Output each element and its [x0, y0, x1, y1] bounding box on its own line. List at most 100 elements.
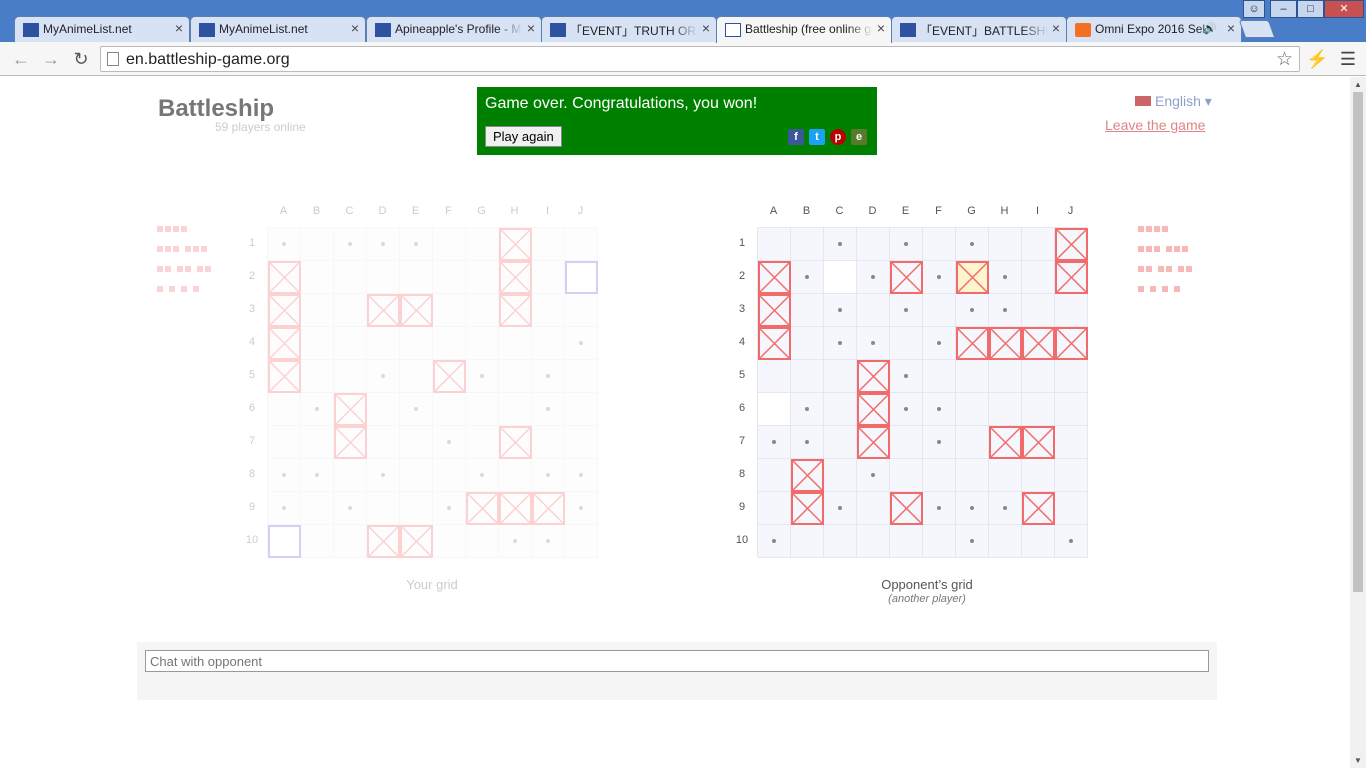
opponent-miss-cell[interactable]: [758, 525, 791, 558]
opponent-hit-cell[interactable]: [857, 360, 890, 393]
leave-game-link[interactable]: Leave the game: [1105, 117, 1205, 133]
opponent-cell[interactable]: [1022, 294, 1055, 327]
opponent-miss-cell[interactable]: [956, 525, 989, 558]
opponent-cell[interactable]: [824, 393, 857, 426]
opponent-miss-cell[interactable]: [890, 360, 923, 393]
opponent-hit-cell[interactable]: [791, 459, 824, 492]
opponent-hit-cell[interactable]: [1055, 228, 1088, 261]
opponent-cell[interactable]: [989, 360, 1022, 393]
extension-icon[interactable]: ⚡: [1306, 48, 1328, 70]
browser-tab[interactable]: 「EVENT」BATTLESHIP ×: [891, 16, 1067, 42]
language-selector[interactable]: English ▾: [1135, 93, 1212, 110]
opponent-miss-cell[interactable]: [857, 327, 890, 360]
opponent-cell[interactable]: [890, 426, 923, 459]
back-icon[interactable]: ←: [10, 48, 32, 70]
opponent-cell[interactable]: [1022, 393, 1055, 426]
opponent-cell[interactable]: [956, 459, 989, 492]
opponent-cell[interactable]: [758, 492, 791, 525]
opponent-cell[interactable]: [824, 459, 857, 492]
opponent-miss-cell[interactable]: [824, 294, 857, 327]
opponent-cell[interactable]: [824, 426, 857, 459]
close-tab-icon[interactable]: ×: [175, 20, 183, 36]
site-logo[interactable]: Battleship: [158, 95, 274, 123]
opponent-cell[interactable]: [890, 327, 923, 360]
opponent-hit-cell[interactable]: [758, 261, 791, 294]
opponent-cell[interactable]: [791, 525, 824, 558]
opponent-miss-cell[interactable]: [824, 327, 857, 360]
opponent-miss-cell[interactable]: [923, 261, 956, 294]
opponent-cell[interactable]: [758, 360, 791, 393]
opponent-miss-cell[interactable]: [923, 327, 956, 360]
opponent-cell[interactable]: [890, 525, 923, 558]
opponent-miss-cell[interactable]: [890, 393, 923, 426]
opponent-cell[interactable]: [857, 294, 890, 327]
opponent-miss-cell[interactable]: [956, 294, 989, 327]
browser-tab[interactable]: Omni Expo 2016 Sek 🔊 ×: [1066, 16, 1242, 42]
opponent-cell[interactable]: [824, 525, 857, 558]
opponent-miss-cell[interactable]: [989, 492, 1022, 525]
opponent-hit-cell[interactable]: [890, 492, 923, 525]
browser-tab[interactable]: Apineapple's Profile - My ×: [366, 16, 542, 42]
opponent-miss-cell[interactable]: [824, 492, 857, 525]
page-scrollbar[interactable]: ▲ ▼: [1350, 77, 1366, 768]
opponent-miss-cell[interactable]: [857, 459, 890, 492]
opponent-cell[interactable]: [1055, 294, 1088, 327]
opponent-cell[interactable]: [923, 459, 956, 492]
maximize-button[interactable]: □: [1297, 0, 1324, 18]
opponent-cell[interactable]: [989, 525, 1022, 558]
opponent-miss-cell[interactable]: [890, 294, 923, 327]
browser-tab[interactable]: MyAnimeList.net ×: [190, 16, 366, 42]
opponent-hit-cell[interactable]: [857, 393, 890, 426]
opponent-miss-cell[interactable]: [956, 228, 989, 261]
scroll-down-icon[interactable]: ▼: [1354, 756, 1362, 765]
scroll-thumb[interactable]: [1353, 92, 1363, 592]
opponent-cell[interactable]: [791, 360, 824, 393]
opponent-miss-cell[interactable]: [791, 426, 824, 459]
opponent-hit-cell[interactable]: [1022, 426, 1055, 459]
opponent-cell[interactable]: [956, 360, 989, 393]
facebook-icon[interactable]: f: [788, 129, 804, 145]
opponent-miss-cell[interactable]: [923, 426, 956, 459]
opponent-cell[interactable]: [923, 294, 956, 327]
opponent-cell[interactable]: [791, 294, 824, 327]
opponent-miss-cell[interactable]: [923, 492, 956, 525]
opponent-hit-cell[interactable]: [791, 492, 824, 525]
user-icon[interactable]: ☺: [1243, 0, 1265, 18]
opponent-cell[interactable]: [923, 228, 956, 261]
opponent-cell[interactable]: [758, 459, 791, 492]
close-tab-icon[interactable]: ×: [1227, 20, 1235, 36]
opponent-cell[interactable]: [791, 327, 824, 360]
opponent-cell[interactable]: [758, 393, 791, 426]
opponent-hit-cell[interactable]: [890, 261, 923, 294]
opponent-cell[interactable]: [923, 360, 956, 393]
opponent-hit-cell[interactable]: [956, 327, 989, 360]
opponent-cell[interactable]: [1022, 459, 1055, 492]
browser-tab[interactable]: MyAnimeList.net ×: [14, 16, 190, 42]
reload-icon[interactable]: ↻: [70, 48, 92, 70]
opponent-miss-cell[interactable]: [791, 261, 824, 294]
opponent-cell[interactable]: [824, 360, 857, 393]
minimize-button[interactable]: –: [1270, 0, 1297, 18]
opponent-cell[interactable]: [824, 261, 857, 294]
opponent-hit-cell[interactable]: [1055, 261, 1088, 294]
opponent-hit-cell[interactable]: [857, 426, 890, 459]
opponent-cell[interactable]: [989, 393, 1022, 426]
opponent-cell[interactable]: [1055, 426, 1088, 459]
opponent-hit-cell[interactable]: [989, 426, 1022, 459]
opponent-cell[interactable]: [1055, 492, 1088, 525]
opponent-miss-cell[interactable]: [956, 492, 989, 525]
close-tab-icon[interactable]: ×: [351, 20, 359, 36]
opponent-hit-cell[interactable]: [1055, 327, 1088, 360]
opponent-hit-cell[interactable]: [758, 294, 791, 327]
scroll-up-icon[interactable]: ▲: [1354, 80, 1362, 89]
opponent-miss-cell[interactable]: [923, 393, 956, 426]
opponent-cell[interactable]: [890, 459, 923, 492]
opponent-cell[interactable]: [989, 228, 1022, 261]
opponent-miss-cell[interactable]: [758, 426, 791, 459]
pinterest-icon[interactable]: p: [830, 129, 846, 145]
opponent-miss-cell[interactable]: [857, 261, 890, 294]
close-tab-icon[interactable]: ×: [527, 20, 535, 36]
opponent-miss-cell[interactable]: [989, 261, 1022, 294]
play-again-button[interactable]: Play again: [485, 126, 562, 147]
opponent-miss-cell[interactable]: [824, 228, 857, 261]
